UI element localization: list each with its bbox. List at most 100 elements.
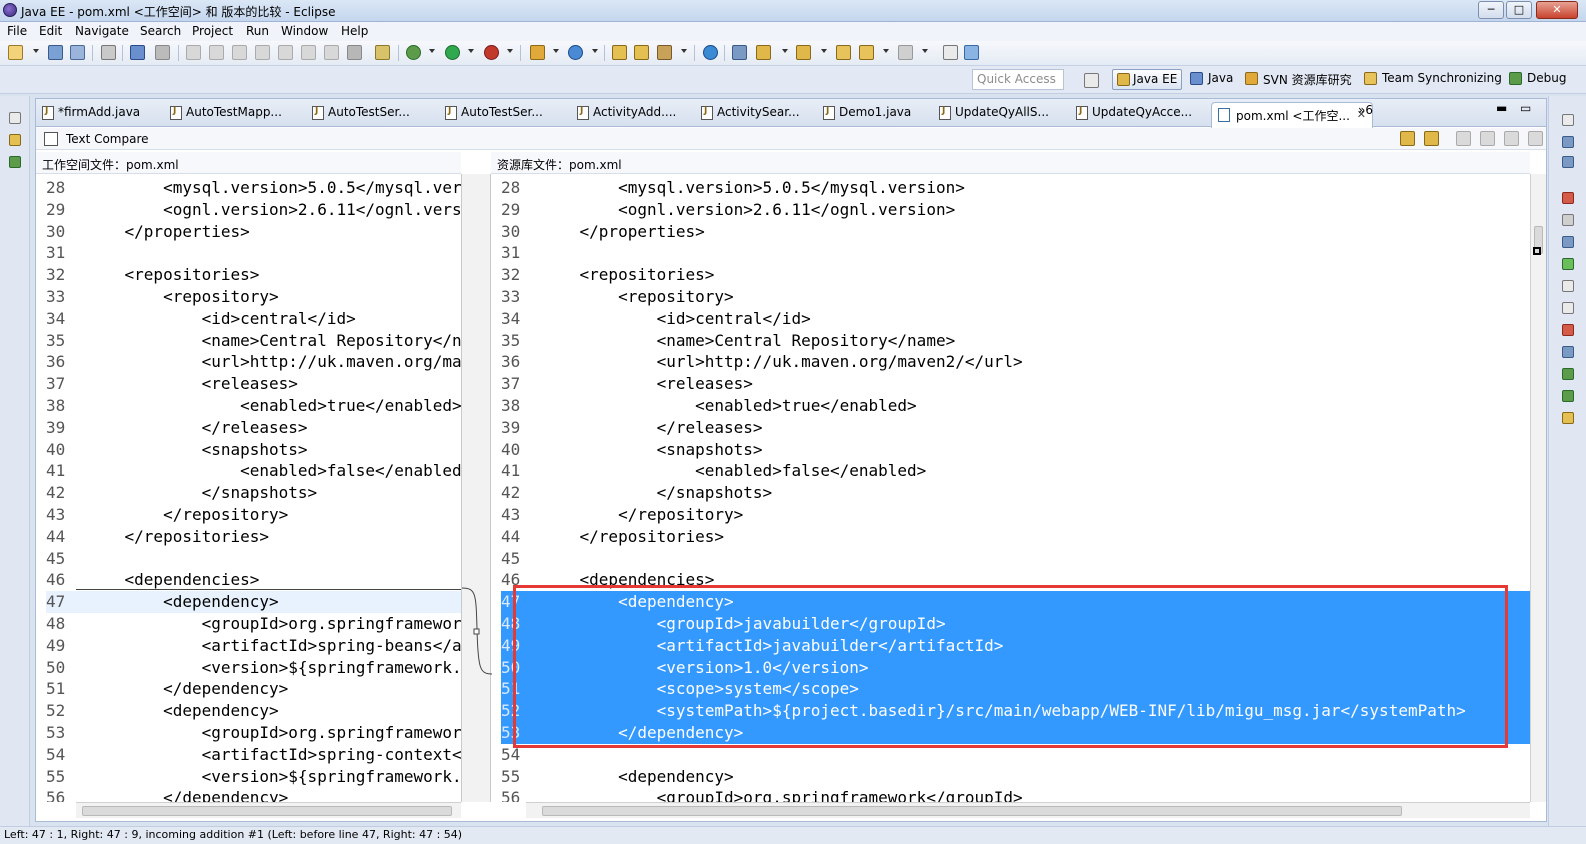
skip-breakpoints-icon[interactable] <box>155 45 170 60</box>
menu-project[interactable]: Project <box>192 24 233 38</box>
back-dropdown-icon[interactable] <box>883 49 889 53</box>
minimize-editor-icon[interactable]: ▬ <box>1496 101 1507 121</box>
left-horizontal-thumb[interactable] <box>82 806 452 816</box>
drop-to-frame-icon[interactable] <box>347 45 362 60</box>
tab-updateqyalls[interactable]: UpdateQyAllS... <box>939 105 1049 125</box>
previous-annotation-dropdown-icon[interactable] <box>821 49 827 53</box>
problems-icon[interactable] <box>1562 302 1574 314</box>
next-change-icon[interactable] <box>1504 131 1519 146</box>
menu-navigate[interactable]: Navigate <box>75 24 129 38</box>
menu-window[interactable]: Window <box>281 24 328 38</box>
perspective-team-sync[interactable]: Team Synchronizing <box>1364 71 1502 85</box>
servers-icon[interactable] <box>1562 236 1574 248</box>
tab-activityadd[interactable]: ActivityAdd.... <box>577 105 676 125</box>
external-tools-dropdown-icon[interactable] <box>507 49 513 53</box>
new-icon[interactable] <box>8 45 23 60</box>
copy-current-change-icon[interactable] <box>1424 131 1439 146</box>
perspective-java[interactable]: Java <box>1190 71 1233 85</box>
step-into-icon[interactable] <box>278 45 293 60</box>
right-horizontal-thumb[interactable] <box>542 806 1402 816</box>
step-over-icon[interactable] <box>301 45 316 60</box>
vertical-scrollbar[interactable] <box>1530 174 1546 802</box>
outline-icon[interactable] <box>1562 136 1574 148</box>
task-list-icon[interactable] <box>1562 156 1574 168</box>
next-annotation-icon[interactable] <box>756 45 771 60</box>
tab-firmadd[interactable]: *firmAdd.java <box>42 105 140 125</box>
perspective-svn[interactable]: SVN 资源库研究 <box>1245 71 1352 88</box>
terminal-icon[interactable] <box>130 45 145 60</box>
menu-edit[interactable]: Edit <box>39 24 62 38</box>
new-java-class-icon[interactable] <box>568 45 583 60</box>
last-edit-location-icon[interactable] <box>836 45 851 60</box>
menu-file[interactable]: File <box>7 24 27 38</box>
perspective-debug[interactable]: Debug <box>1509 71 1566 85</box>
tab-autotestser-2[interactable]: AutoTestSer... <box>445 105 543 125</box>
synchronize-icon[interactable] <box>964 45 979 60</box>
left-horizontal-scrollbar[interactable] <box>76 802 461 818</box>
error-log-icon[interactable] <box>1562 324 1574 336</box>
menu-run[interactable]: Run <box>246 24 269 38</box>
save-icon[interactable] <box>48 45 63 60</box>
open-task-icon[interactable] <box>634 45 649 60</box>
tab-autotestser-1[interactable]: AutoTestSer... <box>312 105 410 125</box>
tab-demo1[interactable]: Demo1.java <box>823 105 911 125</box>
console-icon[interactable] <box>1562 346 1574 358</box>
forward-icon[interactable] <box>898 45 913 60</box>
project-explorer-icon[interactable] <box>9 134 21 146</box>
maximize-button[interactable]: □ <box>1506 1 1532 19</box>
forward-dropdown-icon[interactable] <box>922 49 928 53</box>
open-type-icon[interactable] <box>612 45 627 60</box>
pin-editor-icon[interactable] <box>943 45 958 60</box>
next-difference-icon[interactable] <box>1456 131 1471 146</box>
progress-icon[interactable] <box>1562 368 1574 380</box>
snippets-icon[interactable] <box>1562 280 1574 292</box>
run-icon[interactable] <box>445 45 460 60</box>
tab-autotestmapp[interactable]: AutoTestMapp... <box>170 105 282 125</box>
quick-access-input[interactable]: Quick Access <box>972 69 1064 90</box>
next-annotation-dropdown-icon[interactable] <box>782 49 788 53</box>
new-dropdown-icon[interactable] <box>33 49 39 53</box>
restore-right-icon[interactable] <box>1562 114 1574 126</box>
restore-icon[interactable] <box>9 112 21 124</box>
search-icon[interactable] <box>657 45 672 60</box>
run-dropdown-icon[interactable] <box>468 49 474 53</box>
back-icon[interactable] <box>859 45 874 60</box>
tab-overflow[interactable]: »6 <box>1358 103 1373 123</box>
disconnect-icon[interactable] <box>255 45 270 60</box>
external-tools-icon[interactable] <box>484 45 499 60</box>
history-icon[interactable] <box>1562 412 1574 424</box>
tab-updateqyacce[interactable]: UpdateQyAcce... <box>1076 105 1192 125</box>
toggle-mark-occurrences-icon[interactable] <box>732 45 747 60</box>
right-horizontal-scrollbar[interactable] <box>526 802 1530 818</box>
close-button[interactable]: ✕ <box>1536 1 1578 19</box>
properties-icon[interactable] <box>1562 214 1574 226</box>
markers-icon[interactable] <box>1562 192 1574 204</box>
search-dropdown-icon[interactable] <box>681 49 687 53</box>
save-all-icon[interactable] <box>70 45 85 60</box>
new-class-dropdown-icon[interactable] <box>592 49 598 53</box>
tab-pom-compare[interactable]: pom.xml <工作空... ✕ <box>1211 102 1373 128</box>
minimize-button[interactable]: ─ <box>1478 1 1504 19</box>
step-return-icon[interactable] <box>324 45 339 60</box>
tab-activitysear[interactable]: ActivitySear... <box>701 105 800 125</box>
previous-change-icon[interactable] <box>1528 131 1543 146</box>
debug-dropdown-icon[interactable] <box>429 49 435 53</box>
resume-icon[interactable] <box>186 45 201 60</box>
menu-help[interactable]: Help <box>341 24 368 38</box>
data-source-icon[interactable] <box>1562 258 1574 270</box>
globe-icon[interactable] <box>703 45 718 60</box>
copy-all-right-to-left-icon[interactable] <box>1400 131 1415 146</box>
search-view-icon[interactable] <box>1562 390 1574 402</box>
terminate-icon[interactable] <box>232 45 247 60</box>
menu-search[interactable]: Search <box>140 24 181 38</box>
open-perspective-icon[interactable] <box>1084 73 1099 88</box>
previous-annotation-icon[interactable] <box>796 45 811 60</box>
perspective-java-ee[interactable]: Java EE <box>1112 69 1183 90</box>
print-icon[interactable] <box>101 45 116 60</box>
left-code-pane[interactable]: 28 <mysql.version>5.0.5</mysql.ver 29 <og… <box>46 177 461 802</box>
debug-icon[interactable] <box>406 45 421 60</box>
new-server-icon[interactable] <box>530 45 545 60</box>
hierarchy-icon[interactable] <box>9 156 21 168</box>
suspend-icon[interactable] <box>209 45 224 60</box>
use-step-filters-icon[interactable] <box>375 45 390 60</box>
